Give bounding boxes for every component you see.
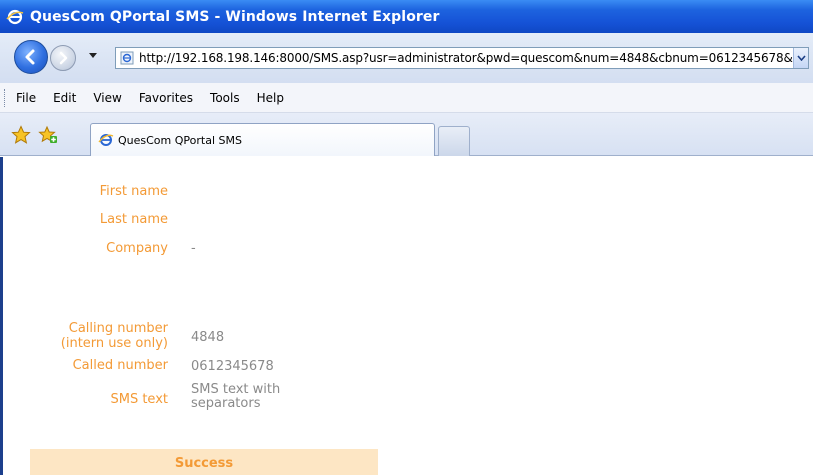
sms-text-label: SMS text (110, 392, 168, 407)
menu-favorites[interactable]: Favorites (137, 89, 195, 107)
ie-logo-icon (6, 8, 24, 26)
calling-number-label-line1: Calling number (68, 321, 168, 336)
menu-bar: File Edit View Favorites Tools Help (0, 83, 813, 113)
called-number-label: Called number (72, 358, 168, 373)
menu-edit[interactable]: Edit (51, 89, 78, 107)
address-field[interactable]: http://192.168.198.146:8000/SMS.asp?usr=… (115, 47, 809, 69)
status-text: Success (174, 455, 234, 471)
toolbar-grip[interactable] (4, 88, 6, 107)
menu-file[interactable]: File (14, 89, 38, 107)
forward-arrow-icon (59, 51, 68, 65)
back-arrow-icon (25, 49, 35, 65)
sms-text-value-line1: SMS text with (191, 382, 281, 397)
sms-text-value: SMS text with separators (191, 383, 280, 411)
status-banner: Success (30, 449, 378, 475)
favorites-star-icon[interactable] (11, 125, 31, 145)
recent-pages-dropdown[interactable] (89, 53, 97, 58)
address-url[interactable]: http://192.168.198.146:8000/SMS.asp?usr=… (139, 51, 793, 65)
add-favorites-icon[interactable] (38, 125, 58, 145)
new-tab-button[interactable] (438, 126, 470, 156)
page-icon (119, 50, 135, 66)
back-button[interactable] (14, 40, 48, 74)
ie-page-icon (98, 134, 114, 146)
navigation-bar: http://192.168.198.146:8000/SMS.asp?usr=… (0, 33, 813, 83)
menu-view[interactable]: View (91, 89, 123, 107)
calling-number-label-line2: (intern use only) (60, 336, 168, 351)
calling-number-value: 4848 (191, 330, 225, 345)
company-label: Company (106, 241, 168, 256)
chevron-down-icon (796, 55, 806, 61)
first-name-label: First name (99, 184, 168, 199)
company-value: - (191, 241, 196, 256)
tab-bar: QuesCom QPortal SMS (0, 113, 813, 156)
tab-quescom-qportal-sms[interactable]: QuesCom QPortal SMS (90, 123, 435, 156)
address-dropdown-button[interactable] (793, 48, 808, 68)
called-number-value: 0612345678 (191, 359, 274, 374)
menu-tools[interactable]: Tools (208, 89, 242, 107)
tab-label: QuesCom QPortal SMS (118, 133, 242, 147)
window-title: QuesCom QPortal SMS - Windows Internet E… (30, 8, 440, 25)
window-titlebar[interactable]: QuesCom QPortal SMS - Windows Internet E… (0, 0, 813, 33)
calling-number-label: Calling number (intern use only) (61, 321, 168, 351)
forward-button[interactable] (50, 45, 76, 71)
menu-help[interactable]: Help (255, 89, 286, 107)
last-name-label: Last name (99, 212, 168, 227)
sms-text-value-line2: separators (191, 396, 261, 411)
page-content: First name Last name Company - Calling n… (0, 157, 813, 475)
